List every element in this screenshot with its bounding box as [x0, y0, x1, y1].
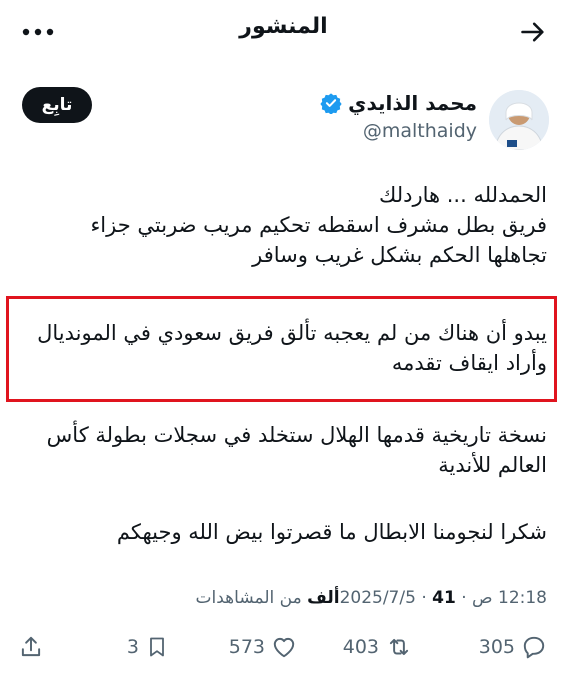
tweet-time[interactable]: 12:18 ص: [472, 588, 547, 608]
avatar[interactable]: [489, 90, 549, 150]
tweet-date[interactable]: 2025/7/5: [340, 588, 416, 608]
tweet-line: شكرا لنجومنا الابطال ما قصرتوا بيض الله …: [116, 520, 547, 544]
author-row: محمد الذايدي @malthaidy تابِع: [0, 82, 567, 150]
reply-icon: [523, 636, 545, 659]
tweet-line: نسخة تاريخية قدمها الهلال ستخلد في سجلات…: [46, 423, 547, 447]
verified-badge-icon: [320, 93, 342, 114]
reply-button[interactable]: 305: [479, 634, 547, 660]
views-unit: ألف: [307, 588, 340, 608]
repost-icon: [389, 638, 409, 656]
bookmark-button[interactable]: 3: [127, 634, 169, 660]
like-button[interactable]: 573: [229, 634, 297, 660]
tweet-line: وأراد ايقاف تقدمه: [391, 351, 547, 375]
views-label: من المشاهدات: [195, 588, 302, 608]
tweet-meta: 12:18 ص · 2025/7/5 · 41 ألف من المشاهدات: [196, 588, 547, 608]
like-icon: [273, 637, 295, 658]
author-name-text: محمد الذايدي: [348, 91, 477, 115]
share-icon: [21, 636, 41, 657]
tweet-line: الحمدلله ... هاردلك: [379, 183, 547, 207]
author-handle[interactable]: @malthaidy: [363, 120, 477, 142]
meta-separator: ·: [421, 588, 433, 608]
action-bar: 305 403 573 3: [0, 628, 567, 672]
follow-button[interactable]: تابِع: [22, 87, 92, 123]
more-options-button[interactable]: [22, 18, 58, 46]
tweet-line: العالم للأندية: [438, 453, 547, 477]
reply-count: 305: [478, 636, 515, 658]
page-title: المنشور: [239, 14, 328, 39]
author-name[interactable]: محمد الذايدي: [320, 91, 477, 115]
tweet-line: تجاهلها الحكم بشكل غريب وسافر: [252, 243, 547, 267]
tweet-paragraph-1: الحمدلله ... هاردلك فريق بطل مشرف اسقطه …: [20, 180, 547, 270]
bookmark-count: 3: [126, 636, 139, 658]
tweet-paragraph-4: شكرا لنجومنا الابطال ما قصرتوا بيض الله …: [20, 517, 547, 547]
tweet-paragraph-2: يبدو أن هناك من لم يعجبه تألق فريق سعودي…: [20, 318, 547, 378]
share-button[interactable]: [18, 634, 44, 660]
repost-count: 403: [342, 636, 379, 658]
views-count: 41: [432, 588, 456, 608]
tweet-line: يبدو أن هناك من لم يعجبه تألق فريق سعودي…: [37, 321, 547, 345]
avatar-image: [489, 90, 549, 150]
tweet-line: فريق بطل مشرف اسقطه تحكيم مريب ضربتي جزا…: [90, 213, 547, 237]
like-count: 573: [228, 636, 265, 658]
more-horizontal-icon: [22, 28, 54, 36]
meta-separator: ·: [455, 588, 467, 608]
top-bar: المنشور: [0, 0, 567, 64]
bookmark-icon: [150, 637, 164, 657]
tweet-paragraph-3: نسخة تاريخية قدمها الهلال ستخلد في سجلات…: [20, 420, 547, 480]
repost-button[interactable]: 403: [343, 634, 413, 660]
